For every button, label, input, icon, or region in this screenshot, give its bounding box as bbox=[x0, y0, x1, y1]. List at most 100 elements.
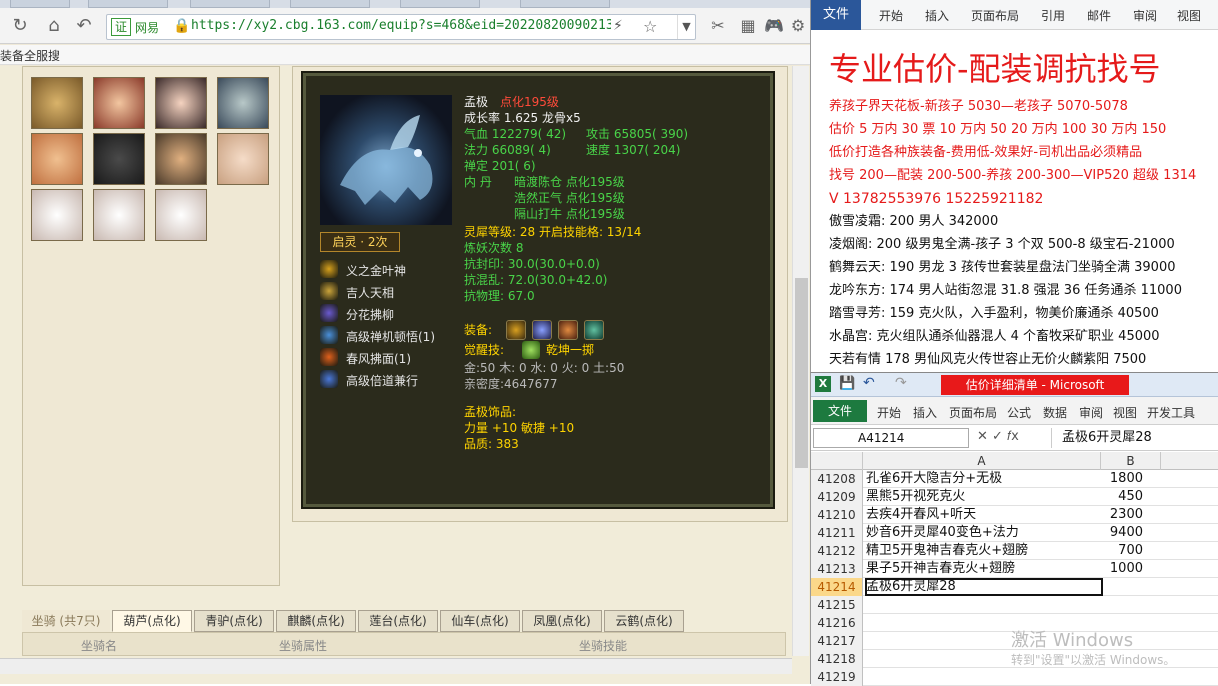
cell-a[interactable]: 孔雀6开大隐吉分+无极 bbox=[866, 470, 1002, 488]
undo-icon[interactable]: ↶ bbox=[863, 375, 875, 391]
pet-avatar[interactable] bbox=[31, 133, 83, 185]
cell-b[interactable]: 700 bbox=[1103, 542, 1143, 560]
pet-avatar[interactable] bbox=[93, 77, 145, 129]
cell-b[interactable]: 1000 bbox=[1103, 560, 1143, 578]
sheet-row[interactable]: 41208 孔雀6开大隐吉分+无极 1800 bbox=[811, 470, 1218, 488]
word-tab-file[interactable]: 文件 bbox=[811, 0, 861, 30]
sheet-row[interactable]: 41211 妙音6开灵犀40变色+法力 9400 bbox=[811, 524, 1218, 542]
formula-input[interactable]: 孟极6开灵犀28 bbox=[1051, 428, 1217, 448]
address-dropdown-icon[interactable]: ▼ bbox=[677, 15, 695, 39]
row-number[interactable]: 41214 bbox=[811, 578, 863, 596]
bookmark-star-icon[interactable]: ☆ bbox=[643, 17, 657, 36]
pet-avatar[interactable] bbox=[155, 77, 207, 129]
sheet-row[interactable]: 41209 黑熊5开视死克火 450 bbox=[811, 488, 1218, 506]
cell-a[interactable]: 去疾4开春风+听天 bbox=[866, 506, 976, 524]
back-icon[interactable]: ↶ bbox=[72, 14, 96, 38]
pet-skill[interactable]: 高级倍道兼行 bbox=[320, 370, 460, 390]
formula-buttons[interactable]: ✕ ✓ 𝑓x bbox=[977, 429, 1019, 444]
browser-tab[interactable] bbox=[10, 0, 70, 8]
screenshot-icon[interactable]: ✂ bbox=[706, 14, 730, 38]
excel-tab-formulas[interactable]: 公式 bbox=[1007, 404, 1031, 421]
cell-a[interactable]: 精卫5开鬼神吉春克火+翅膀 bbox=[866, 542, 1028, 560]
excel-tab-developer[interactable]: 开发工具 bbox=[1147, 404, 1195, 421]
excel-tab-file[interactable]: 文件 bbox=[813, 400, 867, 422]
skill-icon[interactable] bbox=[320, 370, 338, 388]
redo-icon[interactable]: ↷ bbox=[895, 375, 907, 391]
browser-tab[interactable] bbox=[400, 0, 480, 8]
word-document[interactable]: 专业估价-配装调抗找号 养孩子界天花板-新孩子 5030—老孩子 5070-50… bbox=[811, 30, 1218, 372]
row-number[interactable]: 41209 bbox=[811, 488, 863, 506]
pet-avatar[interactable] bbox=[217, 77, 269, 129]
pet-avatar[interactable] bbox=[155, 133, 207, 185]
mount-tab[interactable]: 莲台(点化) bbox=[358, 610, 438, 632]
pet-skill[interactable]: 高级禅机顿悟(1) bbox=[320, 326, 460, 346]
browser-tab[interactable] bbox=[88, 0, 168, 8]
word-tab-insert[interactable]: 插入 bbox=[925, 7, 949, 24]
row-number[interactable]: 41216 bbox=[811, 614, 863, 632]
home-icon[interactable]: ⌂ bbox=[42, 14, 66, 38]
mount-tab[interactable]: 云鹤(点化) bbox=[604, 610, 684, 632]
cell-b[interactable]: 9400 bbox=[1103, 524, 1143, 542]
mount-tab[interactable]: 葫芦(点化) bbox=[112, 610, 192, 632]
cell-b[interactable]: 450 bbox=[1103, 488, 1143, 506]
equip-slot[interactable] bbox=[558, 320, 578, 340]
sheet-row[interactable]: 41215 bbox=[811, 596, 1218, 614]
pet-avatar[interactable] bbox=[31, 189, 83, 241]
cert-badge[interactable]: 证 bbox=[111, 18, 132, 36]
bookmark-item[interactable]: 装备全服搜 bbox=[0, 47, 60, 64]
excel-tab-layout[interactable]: 页面布局 bbox=[949, 404, 997, 421]
sheet-row[interactable]: 41214 孟极6开灵犀28 bbox=[811, 578, 1218, 596]
excel-tab-view[interactable]: 视图 bbox=[1113, 404, 1137, 421]
select-all-corner[interactable] bbox=[811, 452, 863, 470]
sheet-row[interactable]: 41213 果子5开神吉春克火+翅膀 1000 bbox=[811, 560, 1218, 578]
sheet-row[interactable]: 41219 bbox=[811, 668, 1218, 686]
pet-avatar[interactable] bbox=[93, 189, 145, 241]
url-text[interactable]: https://xy2.cbg.163.com/equip?s=468&eid=… bbox=[191, 18, 611, 33]
scrollbar-thumb[interactable] bbox=[795, 278, 808, 468]
excel-tab-insert[interactable]: 插入 bbox=[913, 404, 937, 421]
mount-tab[interactable]: 青驴(点化) bbox=[194, 610, 274, 632]
row-number[interactable]: 41215 bbox=[811, 596, 863, 614]
skill-icon[interactable] bbox=[320, 260, 338, 278]
pet-avatar[interactable] bbox=[31, 77, 83, 129]
mount-tab[interactable]: 仙车(点化) bbox=[440, 610, 520, 632]
equip-slot[interactable] bbox=[506, 320, 526, 340]
mount-tab[interactable]: 麒麟(点化) bbox=[276, 610, 356, 632]
row-number[interactable]: 41213 bbox=[811, 560, 863, 578]
row-number[interactable]: 41218 bbox=[811, 650, 863, 668]
cell-b[interactable]: 2300 bbox=[1103, 506, 1143, 524]
column-header-a[interactable]: A bbox=[863, 452, 1101, 470]
word-tab-mailings[interactable]: 邮件 bbox=[1087, 7, 1111, 24]
row-number[interactable]: 41219 bbox=[811, 668, 863, 686]
pet-skill[interactable]: 吉人天相 bbox=[320, 282, 460, 302]
menu-icon[interactable]: ⚙ bbox=[786, 14, 810, 38]
skill-icon[interactable] bbox=[320, 348, 338, 366]
word-tab-review[interactable]: 审阅 bbox=[1133, 7, 1157, 24]
skill-icon[interactable] bbox=[320, 304, 338, 322]
row-number[interactable]: 41208 bbox=[811, 470, 863, 488]
browser-tab[interactable] bbox=[520, 0, 610, 8]
cell-a[interactable]: 果子5开神吉春克火+翅膀 bbox=[866, 560, 1015, 578]
mount-tab[interactable]: 凤凰(点化) bbox=[522, 610, 602, 632]
row-number[interactable]: 41212 bbox=[811, 542, 863, 560]
column-header-b[interactable]: B bbox=[1101, 452, 1161, 470]
equip-slot[interactable] bbox=[584, 320, 604, 340]
pet-avatar[interactable] bbox=[217, 133, 269, 185]
pet-skill[interactable]: 义之金叶神 bbox=[320, 260, 460, 280]
pet-skill[interactable]: 春风拂面(1) bbox=[320, 348, 460, 368]
sheet-row[interactable]: 41212 精卫5开鬼神吉春克火+翅膀 700 bbox=[811, 542, 1218, 560]
cell-a[interactable]: 妙音6开灵犀40变色+法力 bbox=[866, 524, 1019, 542]
cell-b[interactable]: 1800 bbox=[1103, 470, 1143, 488]
row-number[interactable]: 41217 bbox=[811, 632, 863, 650]
refresh-icon[interactable]: ↻ bbox=[8, 14, 32, 38]
save-icon[interactable]: 💾 bbox=[839, 376, 855, 391]
sheet-row[interactable]: 41210 去疾4开春风+听天 2300 bbox=[811, 506, 1218, 524]
browser-tab[interactable] bbox=[290, 0, 370, 8]
excel-tab-data[interactable]: 数据 bbox=[1043, 404, 1067, 421]
cell-a[interactable]: 黑熊5开视死克火 bbox=[866, 488, 965, 506]
name-box[interactable]: A41214 bbox=[813, 428, 969, 448]
row-number[interactable]: 41211 bbox=[811, 524, 863, 542]
skill-icon[interactable] bbox=[320, 282, 338, 300]
pet-avatar[interactable] bbox=[93, 133, 145, 185]
vertical-scrollbar[interactable] bbox=[792, 66, 809, 656]
